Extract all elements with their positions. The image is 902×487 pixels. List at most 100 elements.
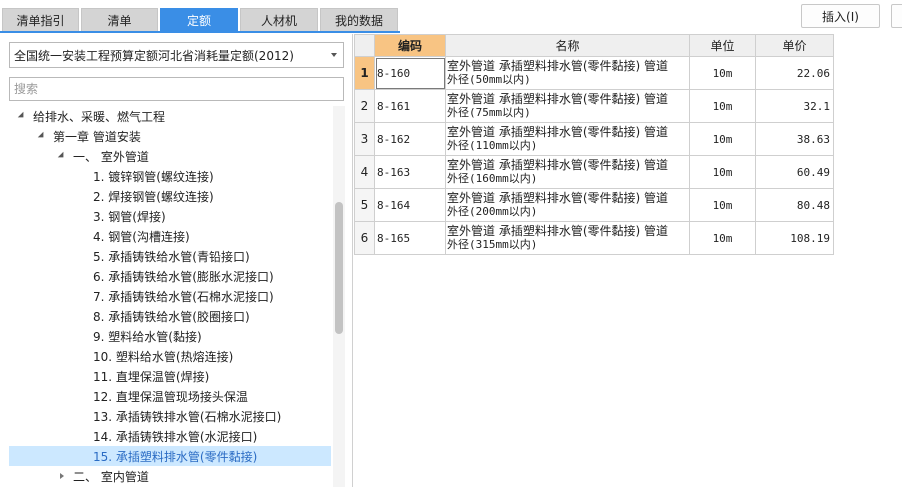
tree-node-label: 2. 焊接钢管(螺纹连接) [93,189,214,204]
tree-node[interactable]: 9. 塑料给水管(黏接) [9,326,331,346]
grid-row-number[interactable]: 4 [354,155,375,189]
grid-cell-name-line2: 外径(200mm以内) [447,205,538,218]
quota-library-select-value: 全国统一安装工程预算定额河北省消耗量定额(2012) [14,48,294,63]
tree-node[interactable]: 11. 直埋保温管(焊接) [9,366,331,386]
grid-row[interactable]: 3 8-162 室外管道 承插塑料排水管(零件黏接) 管道 外径(110mm以内) 10… [354,122,834,156]
grid-row[interactable]: 2 8-161 室外管道 承插塑料排水管(零件黏接) 管道 外径(75mm以内) 10m… [354,89,834,123]
chevron-down-icon [331,53,337,57]
grid-cell-code[interactable]: 8-164 [374,188,446,222]
tree-node[interactable]: 一、 室外管道 [9,146,331,166]
tree-node[interactable]: 给排水、采暖、燃气工程 [9,106,331,126]
tree-node[interactable]: 2. 焊接钢管(螺纹连接) [9,186,331,206]
tree-node-label: 9. 塑料给水管(黏接) [93,329,202,344]
tab-bill[interactable]: 清单 [81,8,158,32]
quota-library-panel: 全国统一安装工程预算定额河北省消耗量定额(2012) 给排水、采暖、燃气工程第一… [0,34,353,487]
grid-header-name[interactable]: 名称 [445,34,690,57]
grid-cell-unit[interactable]: 10m [689,155,756,189]
tree-node[interactable]: 6. 承插铸铁给水管(膨胀水泥接口) [9,266,331,286]
tree-node[interactable]: 14. 承插铸铁排水管(水泥接口) [9,426,331,446]
tree-node[interactable]: 第一章 管道安装 [9,126,331,146]
tree-node[interactable]: 1. 镀锌钢管(螺纹连接) [9,166,331,186]
tree-node-label: 7. 承插铸铁给水管(石棉水泥接口) [93,289,274,304]
grid-cell-unit[interactable]: 10m [689,221,756,255]
grid-cell-code[interactable]: 8-162 [374,122,446,156]
tree-node[interactable]: 8. 承插铸铁给水管(胶圈接口) [9,306,331,326]
grid-cell-name[interactable]: 室外管道 承插塑料排水管(零件黏接) 管道 外径(315mm以内) [445,221,690,255]
grid-row-number[interactable]: 1 [354,56,375,90]
tree-node-label: 一、 室外管道 [73,149,149,164]
tree-node[interactable]: 15. 承插塑料排水管(零件黏接) [9,446,331,466]
tree-node-label: 13. 承插铸铁排水管(石棉水泥接口) [93,409,282,424]
grid-header-row: 编码 名称 单位 单价 [354,34,834,57]
collapse-arrow-right-icon[interactable] [57,471,67,481]
grid-cell-price[interactable]: 60.49 [755,155,834,189]
grid-cell-unit[interactable]: 10m [689,89,756,123]
tree-node[interactable]: 3. 钢管(焊接) [9,206,331,226]
grid-cell-name[interactable]: 室外管道 承插塑料排水管(零件黏接) 管道 外径(200mm以内) [445,188,690,222]
grid-cell-name[interactable]: 室外管道 承插塑料排水管(零件黏接) 管道 外径(75mm以内) [445,89,690,123]
tree-node[interactable]: 12. 直埋保温管现场接头保温 [9,386,331,406]
expand-arrow-down-icon[interactable] [17,111,27,121]
grid-cell-unit[interactable]: 10m [689,122,756,156]
grid-cell-code[interactable]: 8-165 [374,221,446,255]
grid-row[interactable]: 1 8-160 室外管道 承插塑料排水管(零件黏接) 管道 外径(50mm以内) 10m… [354,56,834,90]
tree-node-label: 给排水、采暖、燃气工程 [33,109,166,124]
tree-node[interactable]: 4. 钢管(沟槽连接) [9,226,331,246]
grid-cell-price[interactable]: 32.1 [755,89,834,123]
tree-node[interactable]: 7. 承插铸铁给水管(石棉水泥接口) [9,286,331,306]
grid-row[interactable]: 6 8-165 室外管道 承插塑料排水管(零件黏接) 管道 外径(315mm以内) 10… [354,221,834,255]
tree-node-label: 11. 直埋保温管(焊接) [93,369,210,384]
grid-cell-price[interactable]: 80.48 [755,188,834,222]
panel-divider[interactable] [352,34,353,487]
tab-bill-guide[interactable]: 清单指引 [2,8,79,32]
tree-node-label: 12. 直埋保温管现场接头保温 [93,389,248,404]
tab-quota[interactable]: 定额 [160,8,238,32]
chapter-tree: 给排水、采暖、燃气工程第一章 管道安装一、 室外管道 1. 镀锌钢管(螺纹连接) 2… [9,106,331,487]
grid-cell-name-line2: 外径(75mm以内) [447,106,531,119]
grid-cell-name-line2: 外径(110mm以内) [447,139,538,152]
grid-cell-price[interactable]: 38.63 [755,122,834,156]
tab-my-data[interactable]: 我的数据 [320,8,398,32]
grid-header-price[interactable]: 单价 [755,34,834,57]
tree-node-label: 3. 钢管(焊接) [93,209,166,224]
grid-cell-name-line1: 室外管道 承插塑料排水管(零件黏接) 管道 [447,125,668,139]
quota-library-select[interactable]: 全国统一安装工程预算定额河北省消耗量定额(2012) [9,42,344,68]
tree-scrollbar-thumb[interactable] [335,202,343,334]
grid-row-number[interactable]: 5 [354,188,375,222]
grid-cell-code[interactable]: 8-161 [374,89,446,123]
tree-node-label: 4. 钢管(沟槽连接) [93,229,190,244]
tree-node[interactable]: 二、 室内管道 [9,466,331,486]
grid-row[interactable]: 5 8-164 室外管道 承插塑料排水管(零件黏接) 管道 外径(200mm以内) 10… [354,188,834,222]
grid-cell-name[interactable]: 室外管道 承插塑料排水管(零件黏接) 管道 外径(160mm以内) [445,155,690,189]
grid-cell-price[interactable]: 108.19 [755,221,834,255]
grid-row-number[interactable]: 6 [354,221,375,255]
tab-labor-material-machine[interactable]: 人材机 [240,8,318,32]
grid-cell-unit[interactable]: 10m [689,56,756,90]
tree-node[interactable]: 10. 塑料给水管(热熔连接) [9,346,331,366]
tree-node-label: 8. 承插铸铁给水管(胶圈接口) [93,309,250,324]
grid-row-number[interactable]: 2 [354,89,375,123]
grid-cell-price[interactable]: 22.06 [755,56,834,90]
grid-cell-name-line1: 室外管道 承插塑料排水管(零件黏接) 管道 [447,158,668,172]
grid-header-code[interactable]: 编码 [374,34,446,57]
tree-node-label: 10. 塑料给水管(热熔连接) [93,349,234,364]
toolbar-button-edge[interactable] [891,4,902,28]
tree-node[interactable]: 13. 承插铸铁排水管(石棉水泥接口) [9,406,331,426]
grid-cell-name-line1: 室外管道 承插塑料排水管(零件黏接) 管道 [447,59,668,73]
grid-header-unit[interactable]: 单位 [689,34,756,57]
grid-cell-unit[interactable]: 10m [689,188,756,222]
expand-arrow-down-icon[interactable] [37,131,47,141]
grid-cell-name-line2: 外径(160mm以内) [447,172,538,185]
grid-cell-code[interactable]: 8-160 [374,56,446,90]
tree-node[interactable]: 5. 承插铸铁给水管(青铅接口) [9,246,331,266]
grid-cell-code[interactable]: 8-163 [374,155,446,189]
search-input[interactable] [9,77,344,101]
tree-node-label: 14. 承插铸铁排水管(水泥接口) [93,429,258,444]
expand-arrow-down-icon[interactable] [57,151,67,161]
tree-node-label: 6. 承插铸铁给水管(膨胀水泥接口) [93,269,274,284]
insert-button[interactable]: 插入(I) [801,4,880,28]
grid-row[interactable]: 4 8-163 室外管道 承插塑料排水管(零件黏接) 管道 外径(160mm以内) 10… [354,155,834,189]
grid-row-number[interactable]: 3 [354,122,375,156]
grid-cell-name[interactable]: 室外管道 承插塑料排水管(零件黏接) 管道 外径(50mm以内) [445,56,690,90]
grid-cell-name[interactable]: 室外管道 承插塑料排水管(零件黏接) 管道 外径(110mm以内) [445,122,690,156]
